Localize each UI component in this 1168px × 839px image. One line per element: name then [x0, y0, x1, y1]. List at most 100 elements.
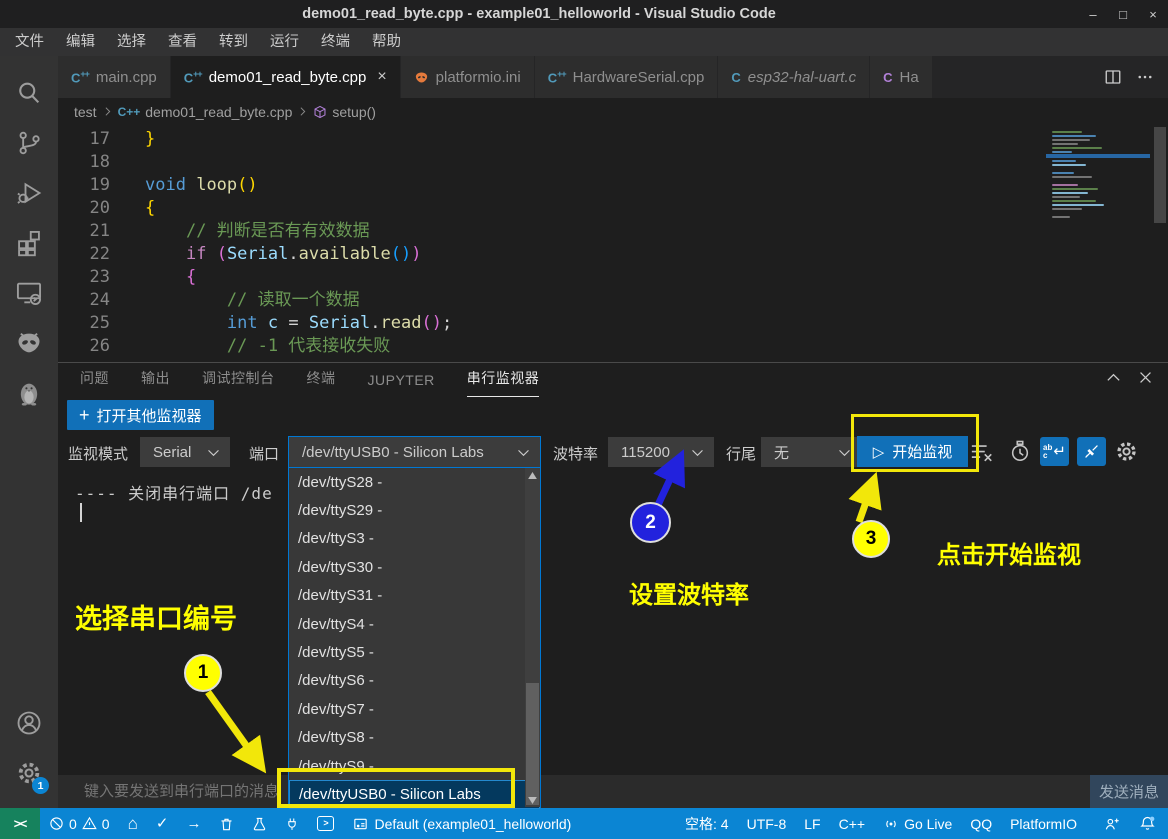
status-item-3[interactable]: C++ [830, 808, 874, 839]
annotation-arrow-2 [658, 462, 678, 505]
editor-tab-2[interactable]: platformio.ini [401, 56, 535, 98]
monitor-settings-gear-icon[interactable] [1114, 439, 1139, 464]
panel-tab-3[interactable]: 终端 [307, 368, 336, 397]
home-status-icon[interactable]: ⌂ [119, 808, 147, 839]
line-number: 26 [58, 335, 110, 358]
port-options: /dev/ttyS28 -/dev/ttyS29 -/dev/ttyS3 -/d… [289, 468, 540, 809]
editor-tab-1[interactable]: C++demo01_read_byte.cpp× [171, 56, 401, 98]
extensions-icon[interactable] [5, 218, 53, 268]
status-item-6[interactable]: PlatformIO [1001, 808, 1086, 839]
status-item-0[interactable]: 空格: 4 [676, 808, 738, 839]
menu-item-0[interactable]: 文件 [4, 28, 55, 56]
close-tab-icon[interactable]: × [377, 68, 386, 86]
panel-tab-4[interactable]: JUPYTER [368, 372, 435, 397]
status-item-4[interactable]: Go Live [874, 808, 961, 839]
menu-item-3[interactable]: 查看 [157, 28, 208, 56]
notifications-bell-icon[interactable] [1130, 808, 1168, 839]
monitor-mode-select[interactable]: Serial [140, 437, 230, 467]
line-ending-select[interactable]: 无 [761, 437, 861, 467]
build-check-icon[interactable]: ✓ [147, 808, 178, 839]
timestamp-clock-icon[interactable] [1009, 440, 1031, 464]
chevron-down-icon [205, 444, 222, 461]
port-option-5[interactable]: /dev/ttyS4 - [289, 610, 540, 638]
problems-status[interactable]: 0 0 [40, 808, 119, 839]
status-item-2[interactable]: LF [795, 808, 829, 839]
account-icon[interactable] [5, 698, 53, 748]
menu-item-5[interactable]: 运行 [259, 28, 310, 56]
cpp-file-icon: C++ [118, 105, 141, 119]
close-panel-icon[interactable] [1137, 369, 1154, 386]
editor-scrollbar[interactable] [1154, 127, 1166, 223]
line-number: 18 [58, 151, 110, 174]
breadcrumb-item-2[interactable]: setup() [313, 104, 376, 120]
menu-item-6[interactable]: 终端 [310, 28, 361, 56]
more-actions-icon[interactable] [1136, 68, 1154, 86]
editor-tab-3[interactable]: C++HardwareSerial.cpp [535, 56, 719, 98]
dropdown-scrollbar[interactable] [525, 468, 540, 807]
port-option-2[interactable]: /dev/ttyS3 - [289, 525, 540, 553]
serial-output-text: ---- 关闭串行端口 /de [75, 480, 273, 504]
annotation-step-3: 3 [852, 520, 890, 558]
maximize-window-button[interactable]: □ [1108, 0, 1138, 28]
port-label: 端口 [249, 443, 279, 464]
scroll-down-icon[interactable] [525, 793, 540, 807]
port-option-4[interactable]: /dev/ttyS31 - [289, 582, 540, 610]
minimap-line [1052, 176, 1092, 178]
annotation-step-1: 1 [184, 654, 222, 692]
clean-trash-icon[interactable] [210, 808, 243, 839]
remote-indicator[interactable]: >< [0, 808, 40, 839]
port-option-3[interactable]: /dev/ttyS30 - [289, 553, 540, 581]
scrollbar-thumb[interactable] [526, 683, 539, 805]
scroll-up-icon[interactable] [525, 468, 540, 482]
penguin-icon[interactable] [5, 368, 53, 418]
menu-item-7[interactable]: 帮助 [361, 28, 412, 56]
terminal-status-icon[interactable]: > [308, 808, 343, 839]
menu-item-4[interactable]: 转到 [208, 28, 259, 56]
text-encoding-toggle-icon[interactable]: abc↵ [1040, 437, 1069, 466]
port-option-6[interactable]: /dev/ttyS5 - [289, 638, 540, 666]
editor-tab-0[interactable]: C++main.cpp [58, 56, 171, 98]
status-item-1[interactable]: UTF-8 [738, 808, 796, 839]
panel-tab-2[interactable]: 调试控制台 [202, 368, 275, 397]
menu-item-2[interactable]: 选择 [106, 28, 157, 56]
run-debug-icon[interactable] [5, 168, 53, 218]
status-item-5[interactable]: QQ [961, 808, 1001, 839]
serial-plug-icon[interactable] [276, 808, 308, 839]
panel-tab-5[interactable]: 串行监视器 [467, 368, 540, 397]
split-editor-icon[interactable] [1104, 68, 1122, 86]
port-option-8[interactable]: /dev/ttyS7 - [289, 695, 540, 723]
search-icon[interactable] [5, 68, 53, 118]
project-env-status[interactable]: Default (example01_helloworld) [343, 808, 580, 839]
port-option-9[interactable]: /dev/ttyS8 - [289, 724, 540, 752]
person-add-icon[interactable] [1094, 808, 1130, 839]
open-other-monitor-button[interactable]: + 打开其他监视器 [67, 400, 214, 430]
baud-select[interactable]: 115200 [608, 437, 714, 467]
minimize-window-button[interactable]: – [1078, 0, 1108, 28]
port-select[interactable]: /dev/ttyUSB0 - Silicon Labs [288, 436, 541, 468]
upload-arrow-icon[interactable]: → [177, 808, 210, 839]
send-message-button[interactable]: 发送消息 [1090, 775, 1168, 808]
source-control-icon[interactable] [5, 118, 53, 168]
breadcrumb-item-0[interactable]: test [74, 104, 97, 120]
port-option-1[interactable]: /dev/ttyS29 - [289, 496, 540, 524]
settings-gear-icon[interactable]: 1 [5, 748, 53, 798]
panel-tab-0[interactable]: 问题 [80, 368, 109, 397]
annotation-arrow-1 [208, 692, 258, 762]
remote-explorer-icon[interactable] [5, 268, 53, 318]
port-option-7[interactable]: /dev/ttyS6 - [289, 667, 540, 695]
platformio-icon[interactable] [5, 318, 53, 368]
chevron-down-icon [689, 444, 706, 461]
serial-cable-toggle-icon[interactable] [1077, 437, 1106, 466]
close-window-button[interactable]: × [1138, 0, 1168, 28]
editor-tab-4[interactable]: Cesp32-hal-uart.c [718, 56, 870, 98]
maximize-panel-icon[interactable] [1105, 369, 1122, 386]
minimap[interactable] [1046, 127, 1150, 247]
test-flask-icon[interactable] [243, 808, 276, 839]
menu-item-1[interactable]: 编辑 [55, 28, 106, 56]
editor-tab-5[interactable]: CHa [870, 56, 933, 98]
panel-tab-1[interactable]: 输出 [141, 368, 170, 397]
code-editor[interactable]: 17}1819void loop()20{21 // 判断是否有有效数据22 i… [58, 125, 1168, 362]
breadcrumb[interactable]: test C++demo01_read_byte.cpp setup() [58, 98, 1168, 125]
breadcrumb-item-1[interactable]: C++demo01_read_byte.cpp [118, 104, 293, 120]
port-option-0[interactable]: /dev/ttyS28 - [289, 468, 540, 496]
